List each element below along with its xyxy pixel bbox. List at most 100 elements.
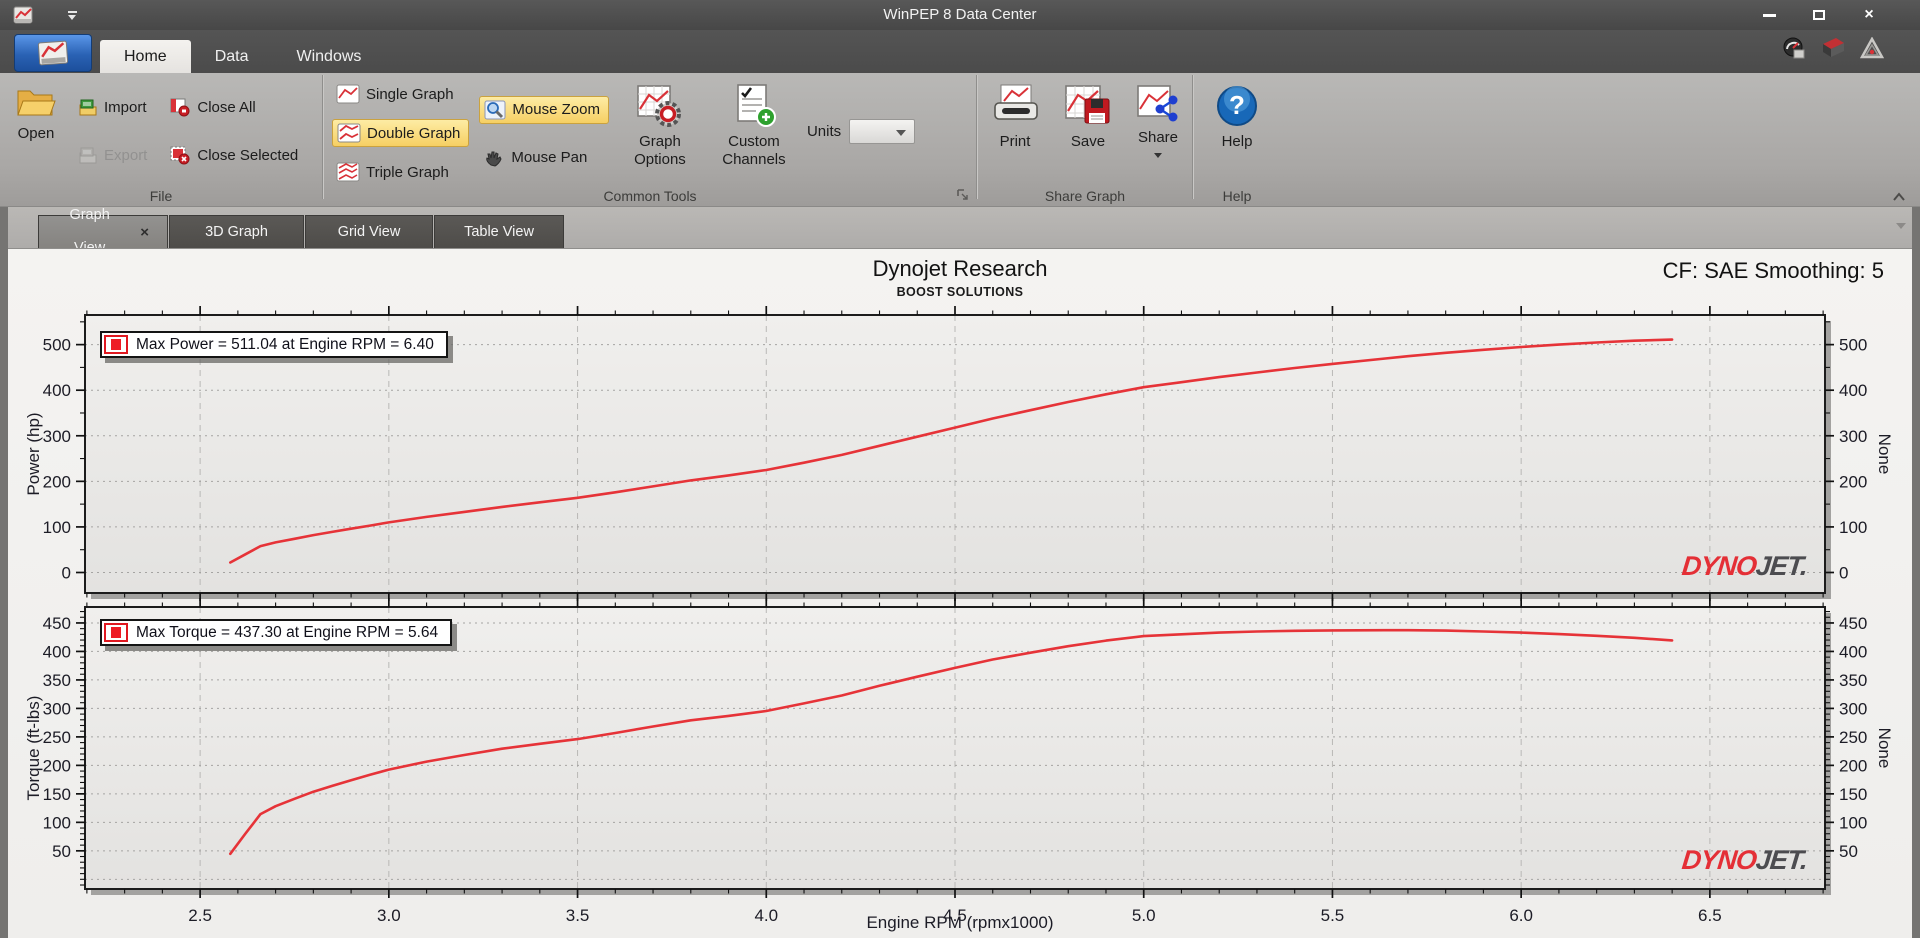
triple-graph-button[interactable]: Triple Graph <box>332 159 469 185</box>
gauge-icon[interactable] <box>1782 36 1806 65</box>
triple-graph-label: Triple Graph <box>366 163 449 181</box>
ribbon-group-share-graph: Print Save Share Share Graph <box>978 73 1192 206</box>
mouse-tool-stack: Mouse Zoom Mouse Pan <box>479 85 609 181</box>
print-button[interactable]: Print <box>983 79 1047 155</box>
help-button[interactable]: ? Help <box>1208 79 1266 155</box>
power-legend: Max Power = 511.04 at Engine RPM = 6.40 <box>100 331 448 358</box>
app-window: WinPEP 8 Data Center × Home Data Windows… <box>0 0 1920 938</box>
triple-graph-icon <box>336 162 360 182</box>
svg-text:500: 500 <box>43 336 71 355</box>
svg-text:200: 200 <box>1839 472 1867 491</box>
magnifier-zoom-icon <box>484 100 506 119</box>
custom-channels-icon <box>737 84 776 127</box>
svg-text:0: 0 <box>1839 563 1848 582</box>
open-button[interactable]: Open <box>8 79 64 147</box>
svg-text:100: 100 <box>43 813 71 832</box>
help-label: Help <box>1221 133 1253 150</box>
correction-smoothing-info: CF: SAE Smoothing: 5 <box>1662 258 1884 283</box>
mouse-zoom-label: Mouse Zoom <box>512 101 600 118</box>
csv-import-icon <box>79 99 97 115</box>
svg-text:50: 50 <box>52 842 71 861</box>
svg-text:100: 100 <box>43 518 71 537</box>
group-label-help: Help <box>1222 188 1252 204</box>
graph-options-icon <box>637 85 681 127</box>
import-button-label: Import <box>104 98 147 116</box>
import-button[interactable]: Import <box>74 96 155 119</box>
svg-text:400: 400 <box>1839 642 1867 661</box>
graph-options-button[interactable]: Graph Options <box>619 79 701 173</box>
help-icon: ? <box>1217 86 1257 126</box>
double-graph-icon <box>337 123 361 143</box>
torque-legend-text: Max Torque = 437.30 at Engine RPM = 5.64 <box>136 623 439 641</box>
folder-icon <box>17 90 56 116</box>
winpep-logo-icon <box>37 40 69 66</box>
content-frame: Graph View × 3D Graph View Grid View Tab… <box>0 207 1920 938</box>
application-menu-button[interactable] <box>14 34 92 72</box>
graph-options-label: Graph Options <box>634 133 686 168</box>
single-graph-button[interactable]: Single Graph <box>332 81 469 107</box>
collapse-ribbon-button[interactable] <box>1892 190 1906 202</box>
svg-text:400: 400 <box>43 642 71 661</box>
dynojet-triangle-icon[interactable] <box>1859 36 1885 64</box>
tab-graph-view[interactable]: Graph View × <box>38 207 168 256</box>
close-button[interactable]: × <box>1858 5 1880 25</box>
close-selected-icon <box>170 146 190 165</box>
mouse-zoom-button[interactable]: Mouse Zoom <box>479 95 609 124</box>
tab-3d-graph-view[interactable]: 3D Graph View <box>169 215 304 273</box>
units-label: Units <box>806 123 842 140</box>
ribbon-group-common-tools: Single Graph Double Graph Triple Graph M… <box>324 73 976 206</box>
svg-text:300: 300 <box>1839 427 1867 446</box>
ribbon-tab-home[interactable]: Home <box>100 40 191 73</box>
tab-overflow-icon[interactable] <box>1896 223 1906 229</box>
import-export-column: Import Export <box>74 83 155 179</box>
dyno-module-icon[interactable] <box>1820 36 1846 65</box>
mouse-pan-button[interactable]: Mouse Pan <box>479 145 609 171</box>
save-button[interactable]: Save <box>1057 79 1119 155</box>
csv-export-icon <box>79 147 97 163</box>
svg-text:0: 0 <box>62 563 71 582</box>
single-graph-label: Single Graph <box>366 85 454 103</box>
share-button[interactable]: Share <box>1129 79 1187 162</box>
titlebar-utility-icons <box>1782 36 1885 65</box>
double-graph-button[interactable]: Double Graph <box>332 119 470 147</box>
tab-grid-view[interactable]: Grid View <box>305 215 433 248</box>
save-label: Save <box>1070 133 1106 150</box>
torque-right-axis-title: None <box>1875 727 1894 769</box>
x-axis-title: Engine RPM (rpmx1000) <box>866 913 1054 932</box>
close-selected-button[interactable]: Close Selected <box>165 142 306 168</box>
svg-text:350: 350 <box>1839 671 1867 690</box>
chevron-down-icon <box>896 130 907 136</box>
svg-text:450: 450 <box>43 614 71 633</box>
tab-table-view[interactable]: Table View <box>434 215 564 248</box>
svg-text:400: 400 <box>1839 381 1867 400</box>
svg-text:500: 500 <box>1839 336 1867 355</box>
share-label: Share <box>1137 129 1179 146</box>
single-graph-icon <box>336 84 360 104</box>
units-dropdown[interactable] <box>849 119 916 144</box>
svg-text:300: 300 <box>43 699 71 718</box>
group-label-common-tools: Common Tools <box>603 188 697 204</box>
graph-type-stack: Single Graph Double Graph Triple Graph <box>332 81 470 185</box>
close-all-button[interactable]: Close All <box>165 94 306 120</box>
svg-text:?: ? <box>1229 90 1245 120</box>
window-title: WinPEP 8 Data Center <box>883 6 1037 23</box>
svg-text:50: 50 <box>1839 842 1858 861</box>
svg-text:300: 300 <box>43 427 71 446</box>
ribbon-tab-windows[interactable]: Windows <box>272 40 385 73</box>
svg-text:250: 250 <box>43 728 71 747</box>
group-label-share-graph: Share Graph <box>1044 188 1126 204</box>
export-button[interactable]: Export <box>74 144 155 167</box>
tab-close-icon[interactable]: × <box>140 225 149 240</box>
maximize-button[interactable] <box>1808 5 1830 25</box>
power-legend-text: Max Power = 511.04 at Engine RPM = 6.40 <box>136 335 434 353</box>
maximize-icon <box>1813 10 1825 20</box>
minimize-button[interactable] <box>1758 5 1780 25</box>
dynojet-watermark: DYNOJET. <box>1680 845 1809 875</box>
custom-channels-button[interactable]: Custom Channels <box>711 79 797 173</box>
power-right-axis-title: None <box>1875 433 1894 475</box>
close-all-icon <box>170 98 190 117</box>
ribbon-tab-data[interactable]: Data <box>191 40 273 73</box>
dialog-launcher-icon[interactable] <box>956 188 970 202</box>
svg-text:100: 100 <box>1839 518 1867 537</box>
svg-text:200: 200 <box>43 472 71 491</box>
